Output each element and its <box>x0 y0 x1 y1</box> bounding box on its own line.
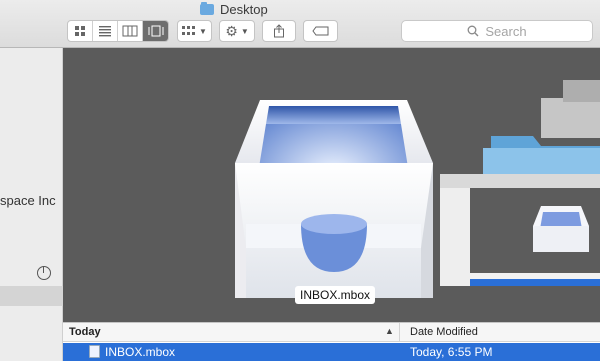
share-icon <box>274 24 284 38</box>
coverflow-preview: INBOX.mbox <box>63 48 600 322</box>
tag-button[interactable] <box>303 20 338 42</box>
coverflow-view-button[interactable] <box>143 21 168 41</box>
toolbar: Desktop ▼ ⚙ ▼ Search <box>0 0 600 48</box>
tag-icon <box>311 26 328 36</box>
share-button[interactable] <box>262 20 296 42</box>
search-placeholder: Search <box>485 23 527 39</box>
sidebar-item-selected[interactable] <box>0 286 63 306</box>
list-view-button[interactable] <box>93 21 118 41</box>
search-field[interactable]: Search <box>401 20 593 42</box>
chevron-down-icon: ▼ <box>240 26 249 36</box>
icon-view-button[interactable] <box>68 21 93 41</box>
search-icon <box>467 25 479 37</box>
icon-view-icon <box>75 26 85 36</box>
action-button[interactable]: ⚙ ▼ <box>219 20 255 42</box>
coverflow-view-icon <box>148 25 163 37</box>
file-list: Today ▲ Date Modified INBOX.mbox Today, … <box>63 322 600 361</box>
preview-artwork <box>235 80 600 298</box>
column-view-icon <box>122 25 138 37</box>
table-row[interactable]: INBOX.mbox Today, 6:55 PM <box>63 343 600 361</box>
gear-icon: ⚙ <box>225 23 238 39</box>
finder-thumbnail <box>440 174 600 286</box>
column-view-button[interactable] <box>118 21 143 41</box>
window-title-label: Desktop <box>220 1 268 17</box>
arrange-button[interactable]: ▼ <box>177 20 212 42</box>
chevron-down-icon: ▼ <box>199 26 207 36</box>
column-header-date[interactable]: Date Modified <box>410 326 478 338</box>
eject-icon[interactable] <box>37 266 51 280</box>
view-mode-segmented <box>67 20 169 42</box>
folder-stack-icon <box>483 80 600 183</box>
sidebar: space Inc <box>0 48 63 361</box>
window-title: Desktop <box>200 1 268 17</box>
mbox-file-icon <box>89 345 100 358</box>
preview-caption: INBOX.mbox <box>295 286 376 304</box>
inbox-tray-icon <box>235 100 433 298</box>
folder-icon <box>200 1 214 15</box>
row-name: INBOX.mbox <box>105 345 176 359</box>
sort-ascending-icon: ▲ <box>385 326 394 336</box>
list-header: Today ▲ Date Modified <box>63 322 600 342</box>
finder-window: Desktop ▼ ⚙ ▼ Search space Inc INBOX.mbo… <box>0 0 600 361</box>
row-date: Today, 6:55 PM <box>410 345 493 359</box>
column-header-name[interactable]: Today <box>69 326 101 338</box>
list-view-icon <box>99 26 111 37</box>
column-divider <box>399 323 400 342</box>
arrange-grid-icon <box>182 26 196 35</box>
sidebar-item-label[interactable]: space Inc <box>0 193 56 208</box>
